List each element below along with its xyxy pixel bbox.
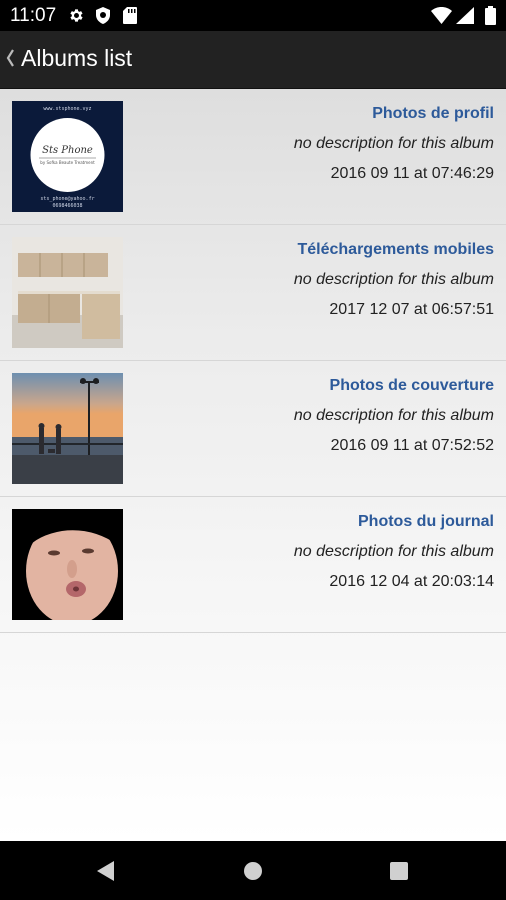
system-nav-bar [0,841,506,900]
album-date: 2017 12 07 at 06:57:51 [329,301,494,318]
album-description: no description for this album [293,543,494,560]
settings-gear-icon [68,7,85,29]
album-title[interactable]: Téléchargements mobiles [297,241,494,259]
nav-home-icon[interactable] [244,862,262,885]
thumbnail-tagline-text: by Sofka Beaute Treatment [40,160,95,165]
page-title: Albums list [21,45,133,71]
album-title[interactable]: Photos de profil [372,105,494,123]
thumbnail-email-text: sts_phone@yahoo.fr [40,196,95,202]
back-chevron-icon[interactable] [4,47,16,69]
nav-back-icon[interactable] [97,861,115,886]
album-row-photos-du-journal[interactable]: Photos du journal no description for thi… [0,497,506,633]
nav-recents-icon[interactable] [390,862,408,885]
album-description: no description for this album [293,407,494,424]
status-time: 11:07 [10,5,57,26]
battery-icon [485,6,496,30]
shield-icon [95,7,111,29]
album-thumbnail [12,509,123,620]
app-bar: Albums list [0,31,506,89]
album-date: 2016 12 04 at 20:03:14 [329,573,494,590]
album-row-telechargements-mobiles[interactable]: Téléchargements mobiles no description f… [0,225,506,361]
album-row-photos-de-couverture[interactable]: Photos de couverture no description for … [0,361,506,497]
thumbnail-website-text: www.stsphone.vyz [43,106,92,112]
status-bar: 11:07 [0,0,506,31]
album-description: no description for this album [293,135,494,152]
wifi-icon [431,7,452,29]
albums-list: www.stsphone.vyz Sts Phone by Sofka Beau… [0,89,506,841]
album-description: no description for this album [293,271,494,288]
album-row-photos-de-profil[interactable]: www.stsphone.vyz Sts Phone by Sofka Beau… [0,89,506,225]
thumbnail-phone-text: 0698466038 [52,203,83,209]
thumbnail-logo-text: Sts Phone [42,145,93,156]
album-title[interactable]: Photos du journal [358,513,494,531]
album-date: 2016 09 11 at 07:46:29 [330,165,494,182]
album-thumbnail [12,237,123,348]
album-title[interactable]: Photos de couverture [330,377,494,395]
album-thumbnail: www.stsphone.vyz Sts Phone by Sofka Beau… [12,101,123,212]
sd-card-icon [123,7,137,29]
album-date: 2016 09 11 at 07:52:52 [330,437,494,454]
signal-icon [456,7,474,29]
album-thumbnail [12,373,123,484]
